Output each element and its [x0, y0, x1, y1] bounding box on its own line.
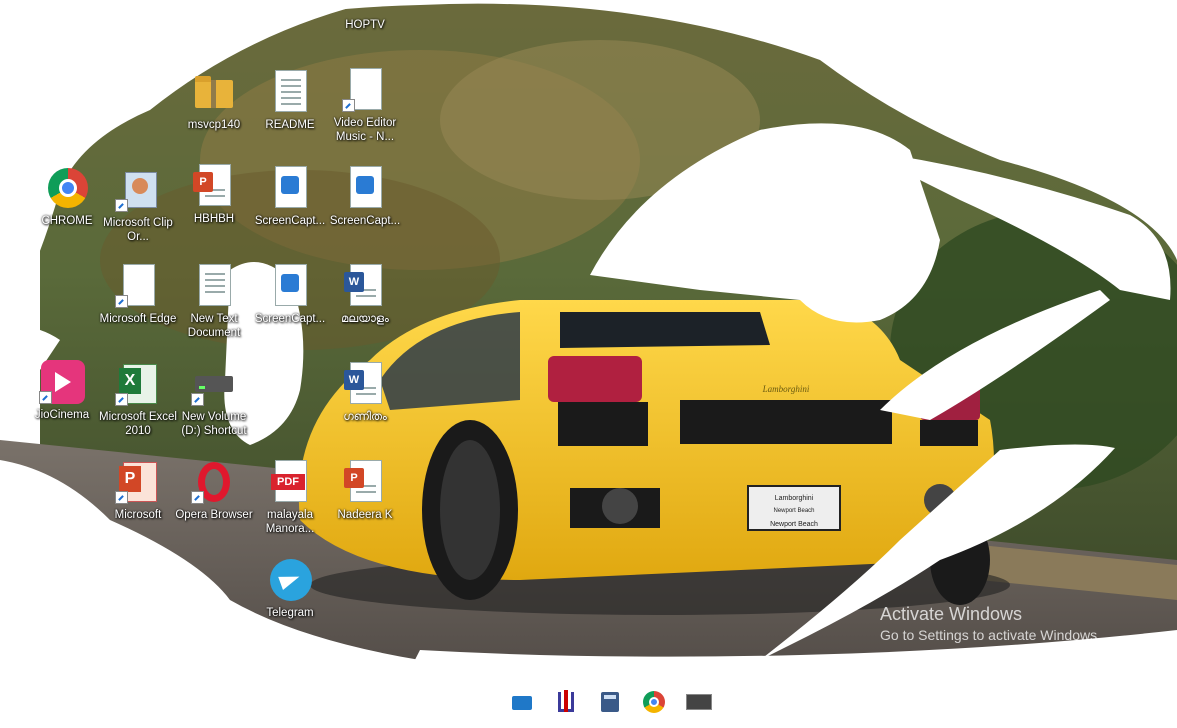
word-file-icon: W	[344, 264, 386, 308]
desktop-icon-nadeera-k[interactable]: P Nadeera K	[322, 460, 408, 522]
desktop-icon-label: Telegram	[266, 607, 314, 619]
desktop-icon-screencapture-2[interactable]: ScreenCapt...	[322, 166, 408, 228]
desktop-icon-new-text-document[interactable]: New Text Document	[171, 264, 257, 340]
pdf-file-icon: PDF	[269, 460, 311, 504]
plate-line1: Lamborghini	[775, 495, 814, 502]
desktop-icon-label: Microsoft	[114, 509, 162, 521]
powerpoint-file-icon: P	[344, 460, 386, 504]
desktop-icon-malayalam-doc[interactable]: W മലയാളം	[322, 264, 408, 326]
desktop-icon-label: malayala Manora...	[265, 509, 315, 535]
desktop-icon-telegram[interactable]: Telegram	[247, 558, 333, 620]
desktop-icon-clip-organizer[interactable]: Microsoft Clip Or...	[95, 168, 181, 244]
desktop-icon-label: Microsoft Clip Or...	[103, 217, 173, 243]
desktop-icon-video-editor[interactable]: Video Editor Music - N...	[322, 68, 408, 144]
desktop-icon-label: HOPTV	[345, 19, 385, 31]
desktop-icon-jiocinema[interactable]: JioCinema	[19, 360, 105, 422]
desktop-icon-label: ScreenCapt...	[254, 313, 326, 325]
desktop-icon-label: ScreenCapt...	[254, 215, 326, 227]
desktop-icon-label: Microsoft Excel 2010	[99, 411, 177, 437]
desktop-icon-label: മലയാളം	[341, 313, 389, 325]
image-file-icon	[269, 264, 311, 308]
desktop-icon-hbhbh[interactable]: P HBHBH	[171, 164, 257, 226]
desktop-icon-excel-2010[interactable]: X Microsoft Excel 2010	[95, 362, 181, 438]
desktop-icon-label: HBHBH	[193, 213, 235, 225]
desktop-icon-new-volume-d[interactable]: New Volume (D:) Shortcut	[171, 362, 257, 438]
excel-icon: X	[115, 362, 159, 406]
desktop-icon-label: Video Editor Music - N...	[333, 117, 397, 143]
monitor-icon[interactable]	[686, 690, 712, 714]
desktop-icon-label: Opera Browser	[175, 509, 253, 521]
desktop-icon-label: Microsoft Edge	[99, 313, 177, 325]
desktop-icon-malayala-manorama[interactable]: PDF malayala Manora...	[247, 460, 333, 536]
blank-file-icon	[342, 68, 386, 112]
plate-line2: Newport Beach	[773, 508, 814, 514]
shortcut-arrow-icon	[115, 199, 128, 212]
desktop-icon-label: Nadeera K	[337, 509, 393, 521]
desktop-icon-ganitham-doc[interactable]: W ഗണിതം	[322, 362, 408, 424]
shortcut-arrow-icon	[115, 295, 128, 308]
desktop-icon-microsoft-edge[interactable]: Microsoft Edge	[95, 264, 181, 326]
desktop-icon-label: ScreenCapt...	[329, 215, 401, 227]
opera-icon	[191, 460, 235, 504]
desktop-icon-label: JioCinema	[34, 409, 90, 421]
watermark-subtitle: Go to Settings to activate Windows.	[880, 627, 1101, 643]
windows-edition-label: Windows 11 Pro	[1004, 646, 1084, 658]
car-badge: Lamborghini	[762, 384, 810, 394]
desktop-icon-label: README	[265, 119, 315, 131]
powerpoint-icon: P	[115, 460, 159, 504]
clip-organizer-icon	[115, 168, 159, 212]
shortcut-arrow-icon	[115, 393, 128, 406]
plate-frame: Newport Beach	[770, 521, 818, 528]
app-icon	[344, 0, 386, 14]
chrome-icon	[46, 166, 88, 210]
blank-file-icon	[115, 264, 159, 308]
shortcut-arrow-icon	[39, 391, 52, 404]
desktop: Lamborghini Newport Beach Newport Beach …	[0, 0, 1177, 728]
desktop-icon-microsoft-powerpoint[interactable]: P Microsoft	[95, 460, 181, 522]
desktop-icon-opera[interactable]: Opera Browser	[171, 460, 257, 522]
image-file-icon	[344, 166, 386, 210]
shortcut-arrow-icon	[191, 393, 204, 406]
shortcut-arrow-icon	[342, 99, 355, 112]
desktop-icon-label: ഗണിതം	[343, 411, 387, 423]
drive-icon	[191, 362, 235, 406]
desktop-icon-hoptv[interactable]: HOPTV	[322, 0, 408, 32]
powerpoint-file-icon: P	[193, 164, 235, 208]
chrome-icon[interactable]	[642, 690, 666, 714]
desktop-icon-label: New Volume (D:) Shortcut	[181, 411, 247, 437]
file-explorer-icon[interactable]	[510, 690, 534, 714]
shortcut-arrow-icon	[191, 491, 204, 504]
shortcut-arrow-icon	[115, 491, 128, 504]
activate-windows-watermark: Activate Windows Go to Settings to activ…	[880, 604, 1101, 643]
teams-icon[interactable]	[554, 690, 578, 714]
desktop-icon-msvcp140[interactable]: msvcp140	[171, 70, 257, 132]
zip-folder-icon	[193, 70, 235, 114]
watermark-title: Activate Windows	[880, 604, 1023, 624]
telegram-icon	[269, 558, 312, 602]
desktop-icon-readme[interactable]: README	[247, 70, 333, 132]
text-file-icon	[269, 70, 311, 114]
desktop-icon-screencapture-1[interactable]: ScreenCapt...	[247, 166, 333, 228]
word-file-icon: W	[344, 362, 386, 406]
desktop-icon-label: msvcp140	[187, 119, 241, 131]
calculator-icon[interactable]	[598, 690, 622, 714]
jiocinema-icon	[39, 360, 85, 404]
image-file-icon	[269, 166, 311, 210]
desktop-icon-screencapture-3[interactable]: ScreenCapt...	[247, 264, 333, 326]
text-file-icon	[193, 264, 235, 308]
desktop-icon-label: New Text Document	[187, 313, 241, 339]
